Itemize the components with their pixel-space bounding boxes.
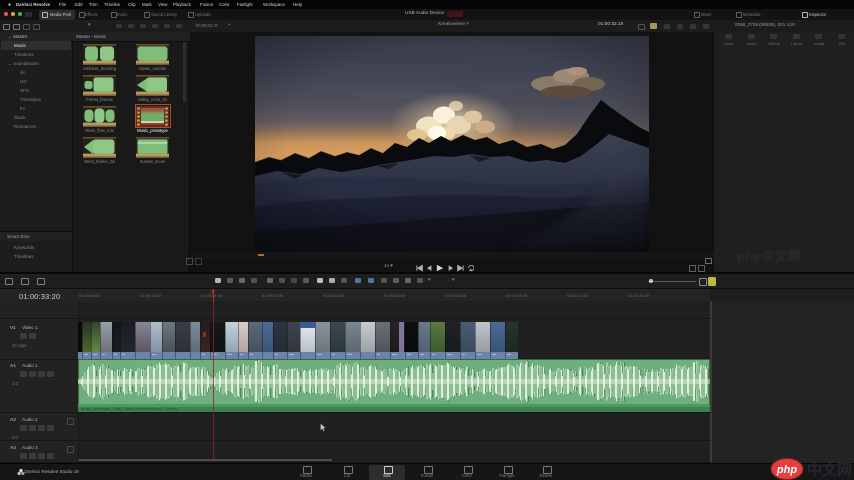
svg-text:php: php: [776, 464, 797, 476]
svg-text:中文网: 中文网: [807, 461, 852, 479]
